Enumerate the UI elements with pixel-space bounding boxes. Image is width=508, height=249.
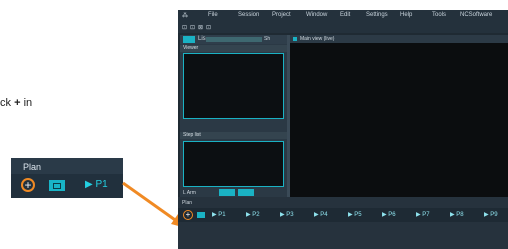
arm-label: L Arm: [183, 190, 196, 196]
menu-file[interactable]: File: [208, 12, 218, 18]
step-button[interactable]: ▶ P3: [280, 211, 294, 218]
left-action-button-1[interactable]: [219, 189, 235, 196]
left-search-input[interactable]: [206, 37, 262, 42]
left-action-button-2[interactable]: [238, 189, 254, 196]
steplist-panel-title: Step list: [183, 132, 201, 138]
main-view-title: Main view (live): [300, 36, 335, 42]
left-tab-list[interactable]: Lis: [198, 36, 206, 42]
step-bar: + ▶ P1 ▶ P2 ▶ P3 ▶ P4 ▶ P5 ▶ P6 ▶ P7 ▶ P…: [178, 208, 508, 222]
menu-help[interactable]: Help: [400, 12, 412, 18]
viewer-preview: [183, 53, 284, 119]
menu-project[interactable]: Project: [272, 12, 291, 18]
menu-session[interactable]: Session: [238, 12, 259, 18]
left-panel: Lis Sh Viewer Step list L Arm: [180, 35, 287, 197]
menu-bar: ⁂ File Session Project Window Edit Setti…: [178, 10, 508, 22]
toolbar-icon-3[interactable]: ⊠: [198, 24, 203, 31]
main-view: Main view (live): [290, 35, 508, 197]
step-button[interactable]: ▶ P7: [416, 211, 430, 218]
main-tab-indicator-icon: [293, 37, 297, 41]
step-button[interactable]: ▶ P6: [382, 211, 396, 218]
menu-tools[interactable]: Tools: [432, 12, 446, 18]
menu-brand[interactable]: NCSoftware: [460, 12, 492, 18]
app-logo-icon: ⁂: [182, 13, 188, 19]
step-button[interactable]: ▶ P8: [450, 211, 464, 218]
viewer-panel-title: Viewer: [183, 45, 199, 51]
step-button[interactable]: ▶ P2: [246, 211, 260, 218]
steplist-panel-header: Step list: [180, 132, 287, 139]
add-step-icon[interactable]: +: [183, 210, 193, 220]
menu-edit[interactable]: Edit: [340, 12, 350, 18]
step-button[interactable]: ▶ P9: [484, 211, 498, 218]
menu-window[interactable]: Window: [306, 12, 327, 18]
plan-label: Plan: [182, 200, 193, 206]
main-view-tab[interactable]: Main view (live): [290, 35, 508, 43]
viewer-panel-header: Viewer: [180, 45, 287, 52]
frame-icon[interactable]: [197, 212, 205, 218]
steplist-preview: [183, 141, 284, 187]
step-button[interactable]: ▶ P4: [314, 211, 328, 218]
left-tab-row: Lis Sh: [180, 35, 287, 44]
menu-settings[interactable]: Settings: [366, 12, 388, 18]
toolbar: ⊡ ⊡ ⊠ ⊡: [178, 22, 508, 33]
app-window: ⁂ File Session Project Window Edit Setti…: [178, 10, 508, 249]
left-tab-show[interactable]: Sh: [264, 36, 270, 42]
toolbar-icon-4[interactable]: ⊡: [206, 24, 211, 31]
toolbar-icon-1[interactable]: ⊡: [182, 24, 187, 31]
left-button-row: L Arm: [183, 189, 284, 197]
step-button[interactable]: ▶ P1: [212, 211, 226, 218]
toolbar-icon-2[interactable]: ⊡: [190, 24, 195, 31]
step-button[interactable]: ▶ P5: [348, 211, 362, 218]
left-tab-active[interactable]: [183, 36, 195, 43]
plan-section: Plan + ▶ P1 ▶ P2 ▶ P3 ▶ P4 ▶ P5 ▶ P6 ▶ P…: [178, 197, 508, 249]
